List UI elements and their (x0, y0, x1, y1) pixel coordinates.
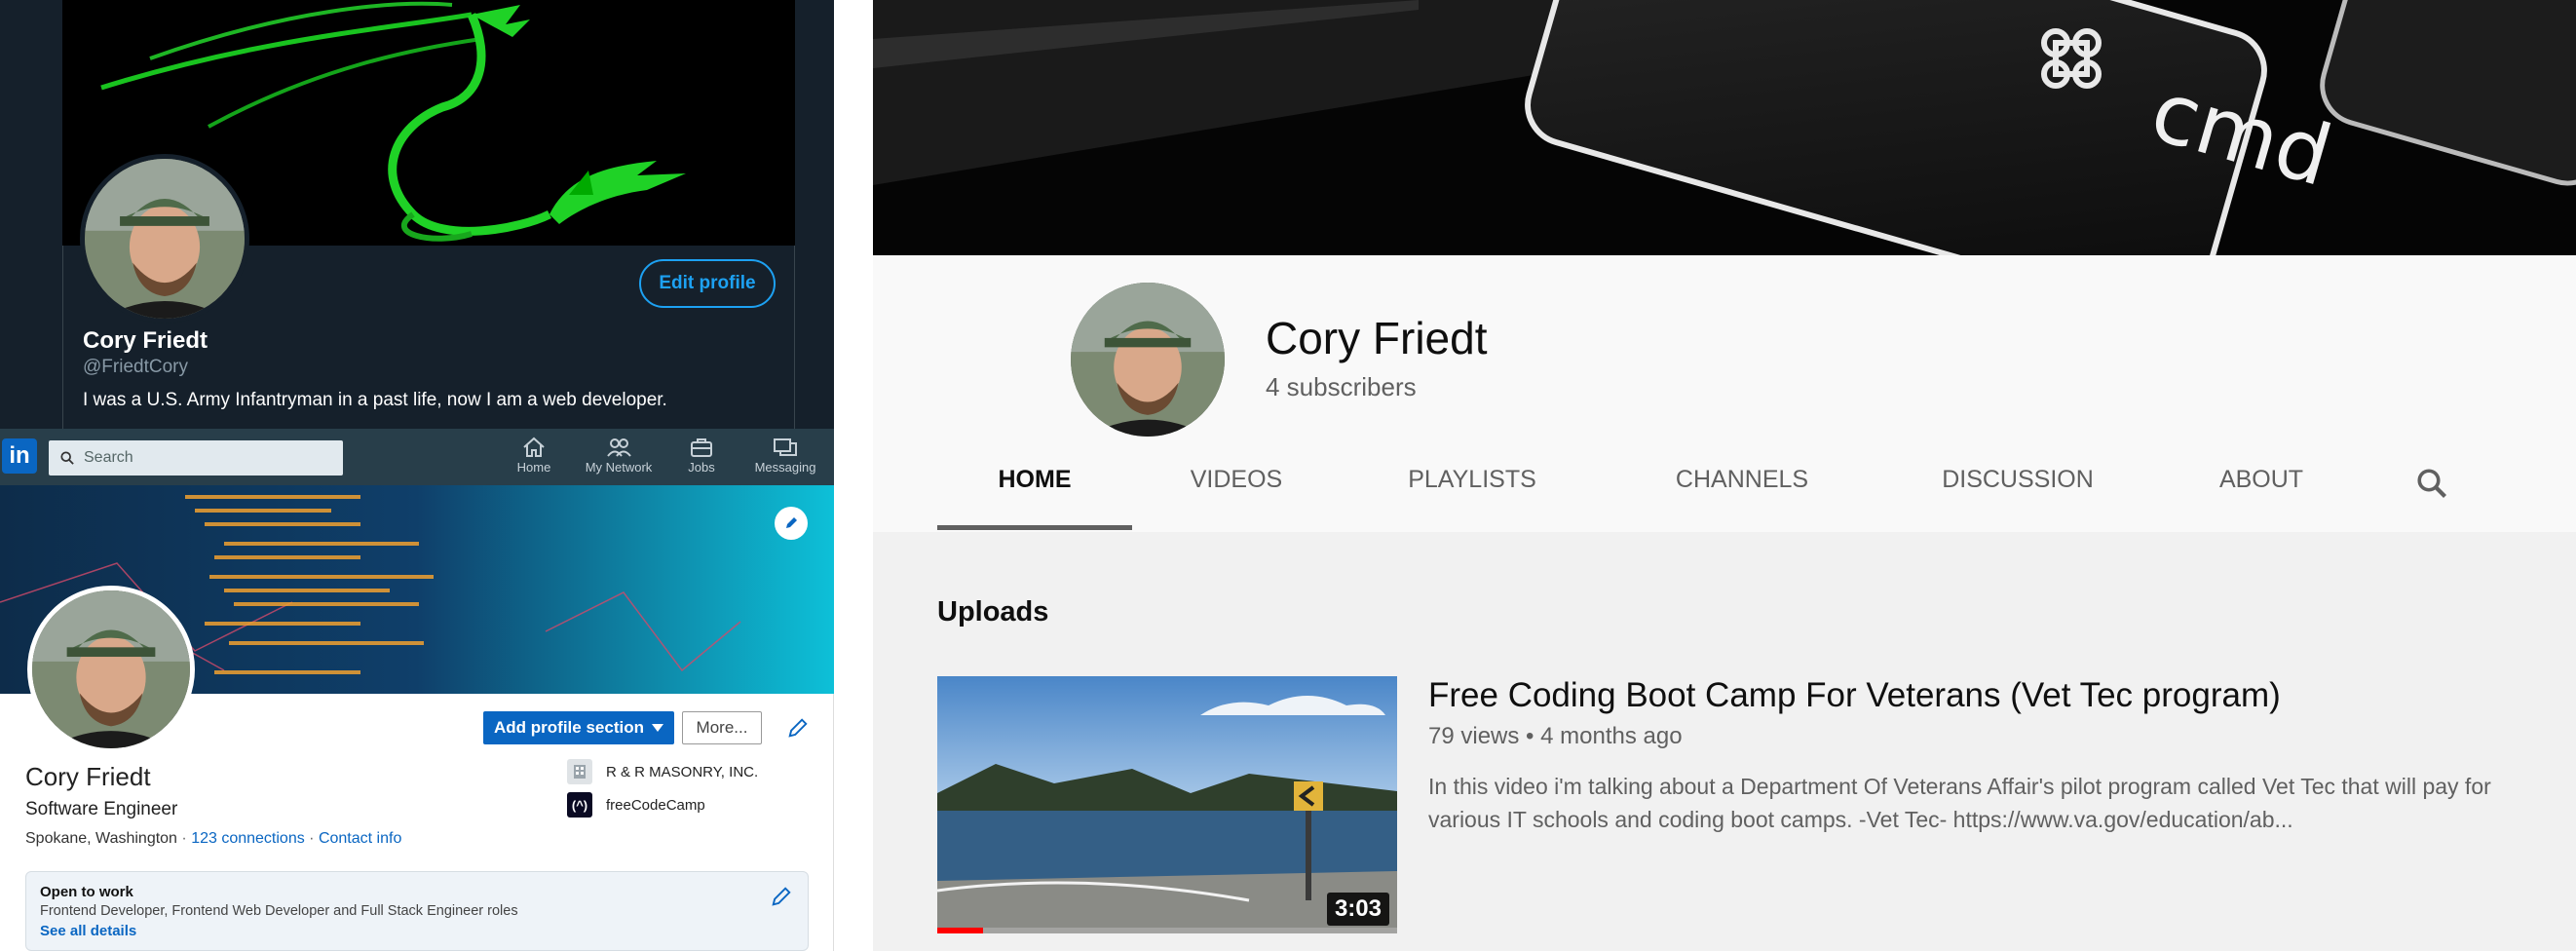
channel-avatar[interactable] (1071, 283, 1225, 437)
nav-messaging-label: Messaging (754, 460, 816, 475)
search-placeholder: Search (84, 449, 133, 466)
education-school: freeCodeCamp (606, 796, 705, 814)
twitter-display-name: Cory Friedt (83, 327, 208, 354)
edit-banner-button[interactable] (775, 507, 808, 540)
nav-messaging[interactable]: Messaging (746, 433, 824, 483)
experience-item[interactable]: R & R MASONRY, INC. (567, 758, 758, 785)
search-icon (2417, 469, 2446, 498)
video-views: 79 views (1428, 723, 1520, 749)
linkedin-name: Cory Friedt (25, 762, 151, 791)
linkedin-avatar[interactable] (27, 586, 195, 753)
channel-name: Cory Friedt (1266, 313, 1488, 363)
nav-my-network[interactable]: My Network (580, 433, 658, 483)
freecodecamp-icon: (^) (567, 792, 592, 818)
open-to-work-heading: Open to work (40, 884, 133, 900)
experience-company: R & R MASONRY, INC. (606, 763, 759, 780)
messaging-icon (774, 438, 797, 456)
tab-playlists[interactable]: PLAYLISTS (1399, 466, 1545, 530)
tab-discussion[interactable]: DISCUSSION (1925, 466, 2110, 530)
linkedin-location-row: Spokane, Washington · 123 connections · … (25, 830, 402, 847)
contact-info-link[interactable]: Contact info (319, 830, 401, 847)
nav-jobs-label: Jobs (688, 460, 715, 475)
youtube-channel-panel: cmd Cory Friedt 4 subscribers HOME VIDEO… (873, 0, 2576, 951)
pencil-icon (786, 517, 797, 528)
more-button[interactable]: More... (682, 711, 762, 744)
video-title[interactable]: Free Coding Boot Camp For Veterans (Vet … (1428, 676, 2281, 715)
see-all-details-link[interactable]: See all details (40, 923, 794, 939)
home-icon (523, 437, 545, 457)
nav-home[interactable]: Home (495, 433, 573, 483)
open-to-work-card: Open to work Frontend Developer, Fronten… (25, 871, 809, 951)
network-icon (607, 438, 631, 457)
search-icon (60, 451, 74, 465)
linkedin-logo[interactable]: in (2, 438, 37, 474)
twitter-bio: I was a U.S. Army Infantryman in a past … (83, 390, 667, 410)
video-description: In this video i'm talking about a Depart… (1428, 774, 2491, 832)
tab-channels[interactable]: CHANNELS (1664, 466, 1820, 530)
uploads-heading: Uploads (937, 596, 1049, 628)
tab-home[interactable]: HOME (937, 466, 1132, 530)
connections-link[interactable]: 123 connections (191, 830, 305, 847)
linkedin-navbar: in Search Home My Network Jobs Messaging (0, 429, 834, 485)
company-icon (567, 759, 592, 784)
video-age: 4 months ago (1540, 723, 1683, 749)
twitter-avatar[interactable] (80, 154, 249, 323)
profile-photo (32, 590, 190, 748)
tab-videos[interactable]: VIDEOS (1183, 466, 1290, 530)
profile-photo (1071, 283, 1225, 437)
linkedin-headline: Software Engineer (25, 799, 178, 819)
pencil-icon (788, 718, 808, 738)
linkedin-profile-panel: in Search Home My Network Jobs Messaging (0, 429, 834, 951)
subscriber-count: 4 subscribers (1266, 372, 1417, 401)
video-progress-track (937, 928, 1397, 933)
video-meta: 79 views • 4 months ago (1428, 723, 1683, 749)
briefcase-icon (691, 438, 712, 457)
edit-open-to-work-button[interactable] (771, 886, 792, 912)
pencil-icon (772, 887, 791, 906)
video-progress-bar (937, 928, 984, 933)
chevron-down-icon (651, 724, 663, 732)
keyboard-banner-image: cmd (873, 0, 2576, 255)
video-duration: 3:03 (1326, 893, 1389, 926)
add-profile-section-label: Add profile section (494, 718, 644, 737)
twitter-handle: @FriedtCory (83, 357, 188, 377)
twitter-profile-panel: Edit profile Cory Friedt @FriedtCory I w… (0, 0, 834, 429)
nav-home-label: Home (516, 460, 551, 475)
edit-intro-button[interactable] (783, 713, 813, 742)
profile-photo (85, 159, 245, 319)
left-column: Edit profile Cory Friedt @FriedtCory I w… (0, 0, 834, 951)
add-profile-section-button[interactable]: Add profile section (483, 711, 674, 744)
education-item[interactable]: (^) freeCodeCamp (567, 791, 705, 818)
tab-about[interactable]: ABOUT (2198, 466, 2325, 530)
video-thumbnail[interactable]: 3:03 (937, 676, 1397, 933)
nav-jobs[interactable]: Jobs (663, 433, 740, 483)
linkedin-location: Spokane, Washington (25, 830, 177, 847)
channel-search-button[interactable] (2414, 466, 2449, 506)
youtube-banner: cmd (873, 0, 2576, 255)
nav-my-network-label: My Network (585, 460, 653, 475)
edit-profile-button[interactable]: Edit profile (639, 259, 776, 308)
open-to-work-roles: Frontend Developer, Frontend Web Develop… (40, 903, 518, 919)
linkedin-search-input[interactable]: Search (49, 440, 343, 476)
